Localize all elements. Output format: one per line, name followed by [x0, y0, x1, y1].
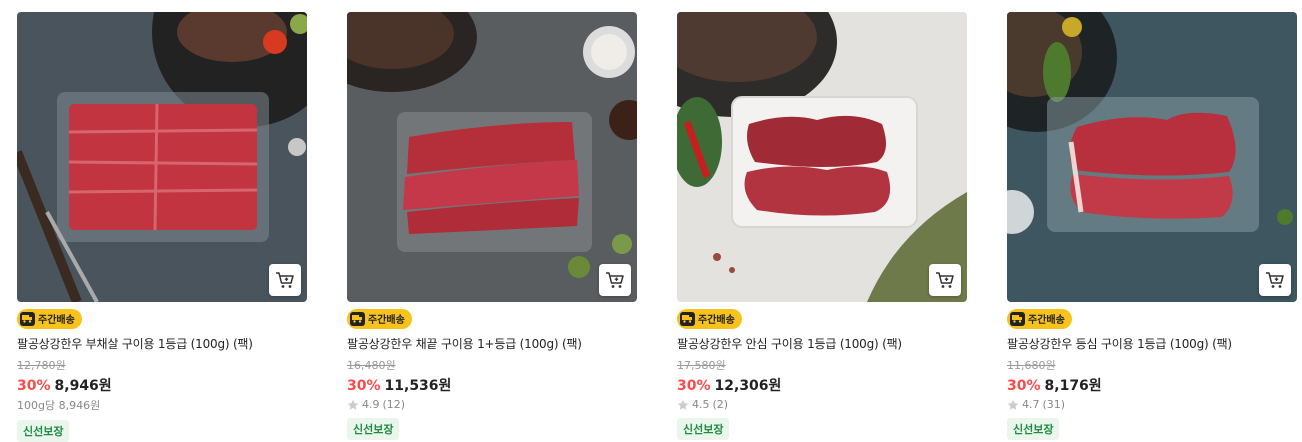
star-icon	[677, 399, 689, 410]
product-title[interactable]: 팔공상강한우 부채살 구이용 1등급 (100g) (팩)	[17, 335, 307, 352]
review-count[interactable]: (31)	[1043, 398, 1066, 411]
fresh-guarantee-tag: 신선보장	[347, 418, 400, 440]
rating: 4.5 (2)	[677, 398, 967, 411]
price-row: 30% 8,176원	[1007, 375, 1297, 395]
discount-rate: 30%	[677, 378, 711, 394]
badge-label: 주간배송	[38, 315, 75, 326]
cart-icon	[936, 272, 954, 288]
sale-price: 8,946원	[54, 378, 112, 394]
product-card[interactable]: 주간배송 팔공상강한우 등심 구이용 1등급 (100g) (팩) 11,680…	[1007, 12, 1297, 440]
original-price: 17,580원	[677, 359, 726, 372]
product-grid: 주간배송 팔공상강한우 부채살 구이용 1등급 (100g) (팩) 12,78…	[0, 0, 1302, 442]
product-image[interactable]	[1007, 12, 1297, 302]
badge-label: 주간배송	[1028, 315, 1065, 326]
weekly-delivery-badge: 주간배송	[1007, 308, 1072, 329]
price-row: 30% 12,306원	[677, 375, 967, 395]
rating: 4.7 (31)	[1007, 398, 1297, 411]
price-row: 30% 11,536원	[347, 375, 637, 395]
review-count[interactable]: (12)	[383, 398, 406, 411]
truck-icon	[680, 311, 695, 326]
price-row: 30% 8,946원	[17, 375, 307, 395]
truck-icon	[350, 311, 365, 326]
sale-price: 11,536원	[384, 378, 452, 394]
product-image[interactable]	[347, 12, 637, 302]
product-card[interactable]: 주간배송 팔공상강한우 부채살 구이용 1등급 (100g) (팩) 12,78…	[17, 12, 307, 442]
sale-price: 8,176원	[1044, 378, 1102, 394]
rating-score: 4.7	[1022, 398, 1040, 411]
add-to-cart-button[interactable]	[929, 264, 961, 296]
cart-icon	[1266, 272, 1284, 288]
product-card[interactable]: 주간배송 팔공상강한우 안심 구이용 1등급 (100g) (팩) 17,580…	[677, 12, 967, 440]
cart-icon	[606, 272, 624, 288]
add-to-cart-button[interactable]	[1259, 264, 1291, 296]
product-title[interactable]: 팔공상강한우 채끝 구이용 1+등급 (100g) (팩)	[347, 335, 637, 352]
original-price: 12,780원	[17, 359, 66, 372]
product-card[interactable]: 주간배송 팔공상강한우 채끝 구이용 1+등급 (100g) (팩) 16,48…	[347, 12, 637, 440]
weekly-delivery-badge: 주간배송	[17, 308, 82, 329]
product-title[interactable]: 팔공상강한우 안심 구이용 1등급 (100g) (팩)	[677, 335, 967, 352]
weekly-delivery-badge: 주간배송	[347, 308, 412, 329]
rating: 4.9 (12)	[347, 398, 637, 411]
add-to-cart-button[interactable]	[269, 264, 301, 296]
product-title[interactable]: 팔공상강한우 등심 구이용 1등급 (100g) (팩)	[1007, 335, 1297, 352]
original-price: 16,480원	[347, 359, 396, 372]
product-image[interactable]	[17, 12, 307, 302]
review-count[interactable]: (2)	[713, 398, 729, 411]
badge-label: 주간배송	[698, 315, 735, 326]
star-icon	[1007, 399, 1019, 410]
truck-icon	[1010, 311, 1025, 326]
product-image[interactable]	[677, 12, 967, 302]
add-to-cart-button[interactable]	[599, 264, 631, 296]
discount-rate: 30%	[347, 378, 381, 394]
cart-icon	[276, 272, 294, 288]
rating-score: 4.9	[362, 398, 380, 411]
fresh-guarantee-tag: 신선보장	[17, 420, 70, 442]
truck-icon	[20, 311, 35, 326]
fresh-guarantee-tag: 신선보장	[677, 418, 730, 440]
weekly-delivery-badge: 주간배송	[677, 308, 742, 329]
sale-price: 12,306원	[714, 378, 782, 394]
star-icon	[347, 399, 359, 410]
rating-score: 4.5	[692, 398, 710, 411]
discount-rate: 30%	[17, 378, 51, 394]
original-price: 11,680원	[1007, 359, 1056, 372]
badge-label: 주간배송	[368, 315, 405, 326]
fresh-guarantee-tag: 신선보장	[1007, 418, 1060, 440]
unit-price: 100g당 8,946원	[17, 399, 101, 412]
discount-rate: 30%	[1007, 378, 1041, 394]
